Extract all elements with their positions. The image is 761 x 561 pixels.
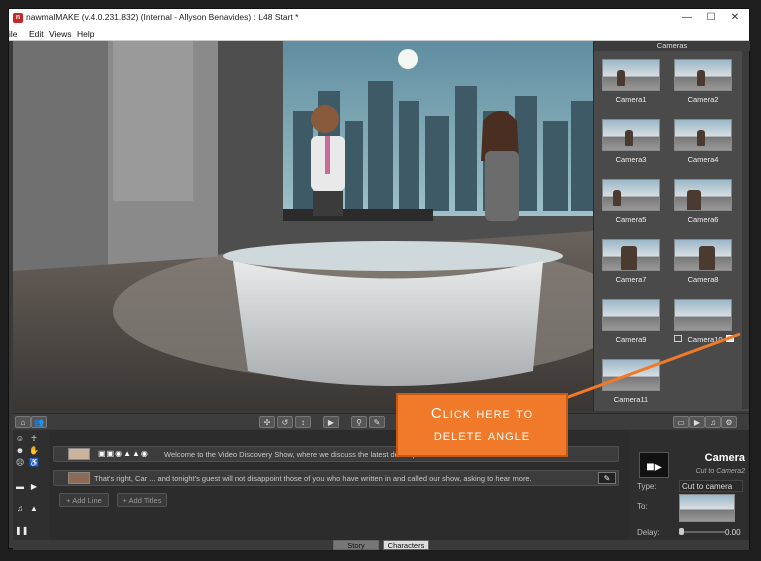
callout-line-2: delete angle <box>433 427 531 444</box>
callout-pointer <box>559 332 741 402</box>
instruction-callout: Click here to delete angle <box>396 393 568 457</box>
callout-line-1: Click here to <box>430 405 534 422</box>
